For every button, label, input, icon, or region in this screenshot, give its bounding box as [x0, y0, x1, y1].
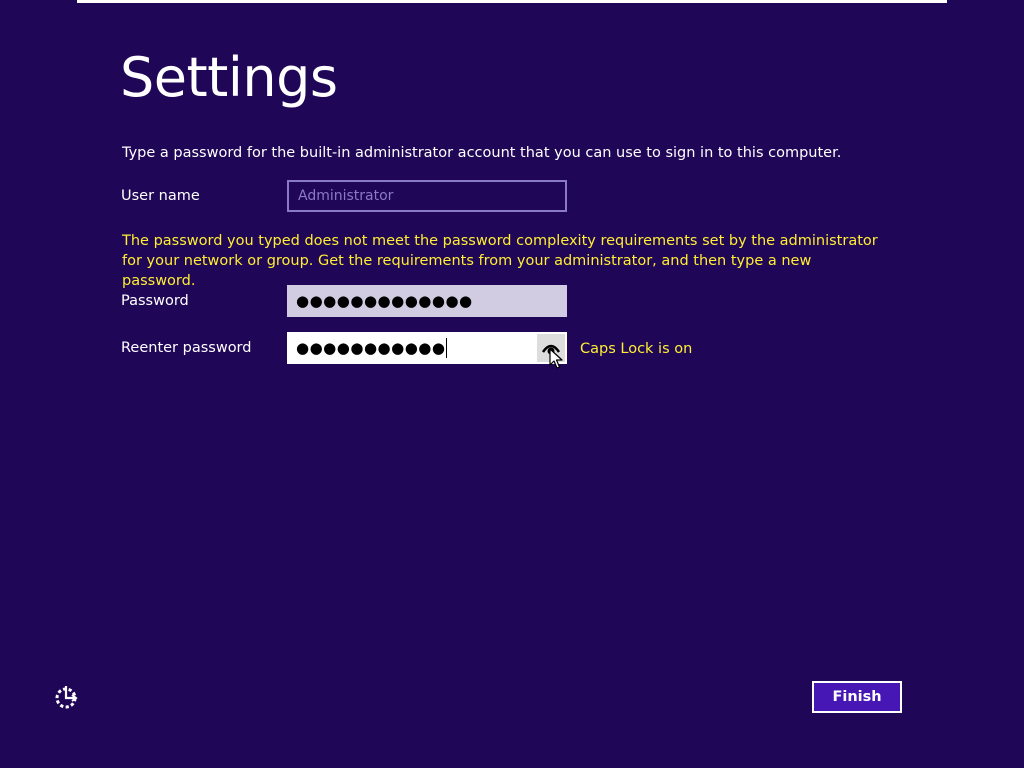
page-title: Settings: [120, 46, 338, 109]
text-caret: [446, 338, 448, 358]
password-label: Password: [121, 293, 189, 309]
intro-text: Type a password for the built-in adminis…: [122, 145, 842, 161]
password-field[interactable]: ●●●●●●●●●●●●●: [287, 285, 567, 317]
username-field[interactable]: Administrator: [287, 180, 567, 212]
password-value: ●●●●●●●●●●●●●: [296, 292, 473, 310]
mouse-cursor-icon: [549, 348, 563, 369]
username-placeholder: Administrator: [298, 188, 394, 204]
top-progress-bar: [77, 0, 947, 3]
password-complexity-warning: The password you typed does not meet the…: [122, 233, 878, 289]
reenter-password-label: Reenter password: [121, 340, 252, 356]
reenter-password-value: ●●●●●●●●●●●: [296, 339, 446, 357]
caps-lock-notice: Caps Lock is on: [580, 341, 693, 357]
ease-of-access-icon[interactable]: [52, 684, 80, 712]
username-label: User name: [121, 188, 200, 204]
finish-button[interactable]: Finish: [812, 681, 902, 713]
reenter-password-field[interactable]: ●●●●●●●●●●●: [287, 332, 567, 364]
